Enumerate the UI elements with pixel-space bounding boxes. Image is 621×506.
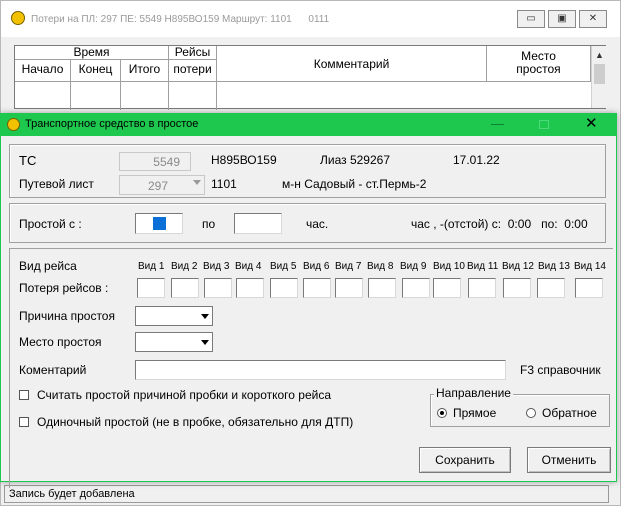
parent-title-bar: Потери на ПЛ: 297 ПЕ: 5549 Н895ВО159 Мар… (1, 1, 620, 37)
trip-type-9: Вид 9 (400, 261, 427, 272)
comment-label: Коментарий (19, 363, 87, 377)
downtime-from-label: Простой с : (19, 217, 82, 231)
comment-input[interactable] (135, 360, 506, 380)
grid-col-total[interactable]: Итого (121, 60, 169, 82)
trip-type-8: Вид 8 (367, 261, 394, 272)
waybill-dropdown[interactable]: 297 (119, 175, 205, 195)
trip-type-10: Вид 10 (433, 261, 465, 272)
downtime-to-input[interactable] (234, 213, 282, 234)
comment-hint: F3 справочник (520, 363, 601, 377)
ts-label: ТС (19, 153, 37, 168)
scroll-up-icon[interactable]: ▲ (595, 50, 604, 60)
route-number: 1101 (211, 177, 237, 191)
trip-loss-input-8[interactable] (368, 278, 396, 298)
trip-type-3: Вид 3 (203, 261, 230, 272)
minimize-icon[interactable]: ▭ (517, 10, 545, 28)
chevron-down-icon (201, 340, 209, 345)
downtime-summary: час , -(отстой) с: 0:00 по: 0:00 (411, 217, 588, 231)
trip-type-1: Вид 1 (138, 261, 165, 272)
direction-legend: Направление (434, 386, 513, 400)
trip-loss-input-1[interactable] (137, 278, 165, 298)
trip-loss-input-3[interactable] (204, 278, 232, 298)
grid-col-losses[interactable]: потери (169, 60, 217, 82)
trip-loss-input-6[interactable] (303, 278, 331, 298)
trip-loss-input-9[interactable] (402, 278, 430, 298)
grid-col-comment[interactable]: Комментарий (217, 46, 487, 82)
chevron-down-icon (201, 314, 209, 319)
ts-field[interactable]: 5549 (119, 152, 191, 171)
cancel-button[interactable]: Отменить (527, 447, 611, 473)
traffic-jam-label[interactable]: Считать простой причиной пробки и коротк… (37, 388, 331, 402)
trip-type-11: Вид 11 (467, 261, 499, 272)
trip-type-4: Вид 4 (235, 261, 262, 272)
trip-type-7: Вид 7 (335, 261, 362, 272)
trip-loss-input-13[interactable] (537, 278, 565, 298)
reason-dropdown[interactable] (135, 306, 213, 326)
dialog-title-bar: Транспортное средство в простое — ✕ (1, 114, 616, 136)
text-cursor-selection (153, 217, 166, 230)
grid-col-end[interactable]: Конец (71, 60, 121, 82)
route-name: м-н Садовый - ст.Пермь-2 (282, 177, 427, 191)
trip-type-label: Вид рейса (19, 259, 77, 273)
save-button[interactable]: Сохранить (419, 447, 511, 473)
place-dropdown[interactable] (135, 332, 213, 352)
dialog-minimize-icon[interactable]: — (491, 116, 504, 131)
vehicle-model: Лиаз 529267 (320, 153, 390, 167)
direction-forward-radio[interactable] (437, 408, 447, 418)
trip-loss-input-10[interactable] (433, 278, 461, 298)
downtime-to-label: по (202, 217, 216, 231)
trip-loss-input-5[interactable] (270, 278, 298, 298)
trip-loss-input-7[interactable] (335, 278, 363, 298)
grid-col-place-line2: простоя (516, 62, 561, 76)
grid-group-trips: Рейсы (169, 46, 217, 60)
chevron-down-icon (193, 180, 201, 185)
grid-cell[interactable] (15, 82, 71, 110)
trip-type-2: Вид 2 (171, 261, 198, 272)
grid-cell[interactable] (71, 82, 121, 110)
trip-loss-input-11[interactable] (468, 278, 496, 298)
grid-col-place[interactable]: Место простоя (487, 46, 591, 82)
direction-backward-label[interactable]: Обратное (542, 406, 597, 420)
grid-cell[interactable] (169, 82, 217, 110)
vehicle-plate: Н895ВО159 (211, 153, 277, 167)
traffic-jam-checkbox[interactable] (19, 390, 29, 400)
grid-col-start[interactable]: Начало (15, 60, 71, 82)
dialog-title: Транспортное средство в простое (25, 118, 199, 130)
grid-scrollbar[interactable]: ▲ (591, 46, 606, 108)
place-label: Место простоя (19, 335, 102, 349)
dialog-maximize-icon[interactable] (539, 120, 549, 129)
scroll-thumb[interactable] (594, 64, 605, 84)
trip-type-6: Вид 6 (303, 261, 330, 272)
trip-loss-input-14[interactable] (575, 278, 603, 298)
direction-backward-radio[interactable] (526, 408, 536, 418)
hours-label: час. (306, 217, 329, 231)
trip-type-13: Вид 13 (538, 261, 570, 272)
grid-cell[interactable] (121, 82, 169, 110)
reason-label: Причина простоя (19, 309, 115, 323)
app-icon (11, 11, 25, 25)
trip-loss-input-4[interactable] (236, 278, 264, 298)
single-downtime-checkbox[interactable] (19, 417, 29, 427)
single-downtime-label[interactable]: Одиночный простой (не в пробке, обязател… (37, 415, 353, 429)
app-icon (7, 118, 20, 131)
downtime-from-input[interactable] (135, 213, 183, 234)
downtime-dialog: Транспортное средство в простое — ✕ ТС 5… (0, 113, 617, 488)
waybill-value: 297 (147, 179, 168, 193)
waybill-label: Путевой лист (19, 177, 94, 191)
trip-type-12: Вид 12 (502, 261, 534, 272)
vehicle-date: 17.01.22 (453, 153, 500, 167)
trip-loss-input-12[interactable] (503, 278, 531, 298)
dialog-close-icon[interactable]: ✕ (585, 116, 598, 132)
trip-type-14: Вид 14 (574, 261, 606, 272)
losses-grid[interactable]: Время Рейсы Начало Конец Итого потери Ко… (14, 45, 606, 110)
parent-window-title: Потери на ПЛ: 297 ПЕ: 5549 Н895ВО159 Мар… (31, 14, 330, 25)
trip-loss-input-2[interactable] (171, 278, 199, 298)
direction-forward-label[interactable]: Прямое (453, 406, 496, 420)
grid-group-time: Время (15, 46, 169, 60)
maximize-icon[interactable]: ▣ (548, 10, 576, 28)
trip-type-5: Вид 5 (270, 261, 297, 272)
close-icon[interactable]: ✕ (579, 10, 607, 28)
trip-loss-label: Потеря рейсов : (19, 281, 109, 295)
